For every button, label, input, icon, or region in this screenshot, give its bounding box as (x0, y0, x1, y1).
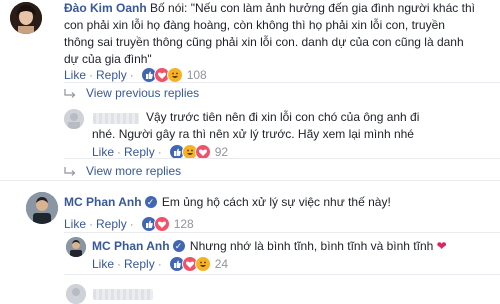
divider (64, 274, 500, 275)
blurred-author-name (93, 289, 153, 300)
avatar[interactable] (10, 2, 42, 34)
comment-actions: Like · Reply · 108 (64, 67, 207, 83)
like-button[interactable]: Like (64, 68, 86, 82)
reply-arrow-icon (64, 166, 76, 176)
avatar[interactable] (64, 109, 84, 129)
comment-actions: Like · Reply · 24 (92, 256, 229, 272)
reaction-count: 24 (214, 257, 229, 271)
reactions[interactable] (140, 216, 170, 232)
comment-text: Đào Kim Oanh Bố nói: "Nếu con làm ảnh hư… (64, 1, 475, 66)
reaction-count: 92 (214, 145, 229, 159)
like-button[interactable]: Like (64, 217, 86, 231)
reply-button[interactable]: Reply (124, 145, 155, 159)
reply-button[interactable]: Reply (96, 217, 127, 231)
reaction-count: 108 (186, 68, 207, 82)
heart-emoji-icon: ❤ (436, 239, 447, 253)
reactions[interactable] (168, 256, 211, 272)
avatar[interactable] (26, 192, 58, 224)
comment-text: MC Phan Anh ✓ Nhưng nhớ là bình tĩnh, bìn… (92, 239, 447, 253)
comment-actions: Like · Reply · 128 (64, 216, 194, 232)
divider (0, 180, 500, 181)
divider (64, 232, 500, 233)
verified-badge-icon: ✓ (144, 196, 157, 208)
comment-author[interactable]: MC Phan Anh (64, 195, 142, 209)
comment-author[interactable]: MC Phan Anh (92, 239, 170, 253)
love-reaction-icon (153, 216, 170, 232)
haha-reaction-icon (194, 256, 211, 272)
reaction-count: 128 (173, 217, 194, 231)
verified-badge-icon: ✓ (172, 240, 185, 252)
divider (64, 82, 500, 83)
blurred-author-name (93, 113, 139, 124)
view-more-replies-link[interactable]: View more replies (64, 164, 181, 178)
reactions[interactable] (140, 67, 183, 83)
reply-button[interactable]: Reply (96, 68, 127, 82)
avatar[interactable] (66, 284, 86, 304)
comment-text: MC Phan Anh ✓ Em ủng hộ cách xử lý sự việ… (64, 195, 391, 209)
avatar[interactable] (66, 237, 86, 257)
reply-button[interactable]: Reply (124, 257, 155, 271)
reply-arrow-icon (64, 88, 76, 98)
comment-author[interactable]: Đào Kim Oanh (64, 1, 147, 15)
like-button[interactable]: Like (92, 145, 114, 159)
haha-reaction-icon (166, 67, 183, 83)
comment-text: Vậy trước tiên nên đi xin lỗi con chó củ… (146, 110, 420, 124)
comment-text: nhé. Người gây ra thì nên xử lý trước. H… (92, 127, 414, 141)
view-previous-replies-link[interactable]: View previous replies (64, 86, 199, 100)
like-button[interactable]: Like (92, 257, 114, 271)
divider (64, 158, 500, 159)
